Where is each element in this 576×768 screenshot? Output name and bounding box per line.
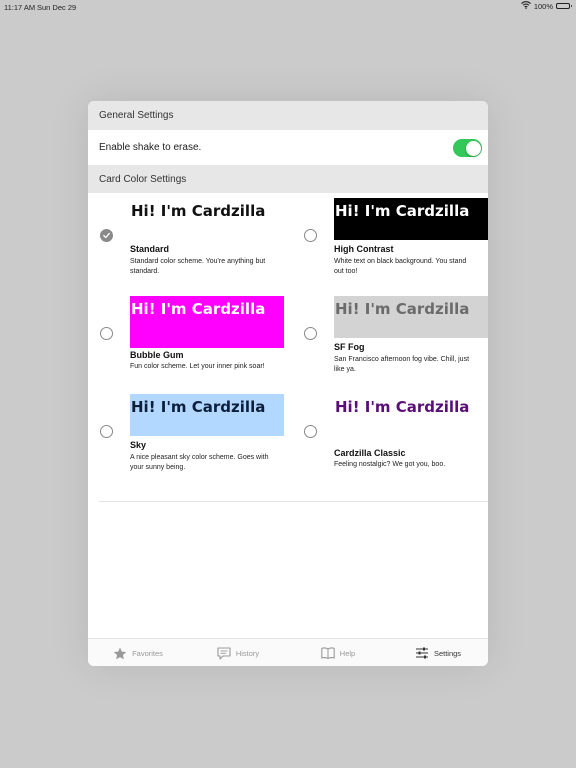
color-option-standard[interactable]: Hi! I'm Cardzilla Standard Standard colo… (99, 198, 289, 290)
preview-standard: Hi! I'm Cardzilla (130, 198, 284, 240)
status-time: 11:17 AM (4, 3, 36, 12)
option-description: Standard color scheme. You're anything b… (130, 258, 266, 275)
option-description: Feeling nostalgic? We got you, boo. (334, 461, 446, 468)
status-bar: 11:17 AM Sun Dec 29 100% (0, 0, 576, 14)
tab-settings[interactable]: Settings (388, 639, 488, 666)
radio-bubble-gum[interactable] (100, 327, 113, 340)
settings-modal: General Settings Enable shake to erase. … (88, 101, 488, 666)
color-option-high-contrast[interactable]: Hi! I'm Cardzilla High Contrast White te… (303, 198, 488, 290)
shake-to-erase-row: Enable shake to erase. (88, 130, 488, 165)
preview-sky: Hi! I'm Cardzilla (130, 394, 284, 436)
speech-bubble-icon (217, 646, 231, 660)
status-right: 100% (520, 1, 572, 11)
card-color-settings-title: Card Color Settings (99, 173, 187, 185)
tab-history-label: History (235, 648, 260, 658)
tab-help-label: Help (339, 648, 356, 658)
tab-favorites[interactable]: Favorites (88, 639, 188, 666)
preview-bubble-gum: Hi! I'm Cardzilla (130, 296, 284, 348)
preview-cardzilla-classic: Hi! I'm Cardzilla (334, 394, 488, 436)
option-title: Standard (130, 244, 170, 254)
battery-percent: 100% (533, 1, 553, 11)
tab-settings-label: Settings (433, 648, 462, 658)
radio-high-contrast[interactable] (304, 229, 317, 242)
section-divider (99, 501, 488, 502)
color-option-bubble-gum[interactable]: Hi! I'm Cardzilla Bubble Gum Fun color s… (99, 296, 289, 388)
card-color-settings-header: Card Color Settings (88, 165, 488, 193)
star-icon (113, 647, 127, 660)
toggle-knob (465, 140, 481, 156)
shake-to-erase-label: Enable shake to erase. (99, 142, 202, 153)
wifi-icon (520, 1, 531, 11)
option-title: Sky (130, 440, 147, 450)
tab-favorites-label: Favorites (132, 648, 163, 658)
radio-sf-fog[interactable] (304, 327, 317, 340)
tab-bar: Favorites History Help Settings (88, 638, 488, 666)
option-description: San Francisco afternoon fog vibe. Chill,… (334, 356, 470, 373)
option-title: Bubble Gum (130, 350, 184, 360)
color-option-cardzilla-classic[interactable]: Hi! I'm Cardzilla Cardzilla Classic Feel… (303, 394, 488, 486)
status-date: Sun Dec 29 (37, 3, 77, 12)
color-option-sky[interactable]: Hi! I'm Cardzilla Sky A nice pleasant sk… (99, 394, 289, 486)
radio-cardzilla-classic[interactable] (304, 425, 317, 438)
tab-history[interactable]: History (188, 639, 288, 666)
option-title: High Contrast (334, 244, 394, 254)
tab-help[interactable]: Help (288, 639, 388, 666)
preview-sf-fog: Hi! I'm Cardzilla (334, 296, 488, 338)
color-option-sf-fog[interactable]: Hi! I'm Cardzilla SF Fog San Francisco a… (303, 296, 488, 388)
option-description: A nice pleasant sky color scheme. Goes w… (130, 454, 269, 471)
preview-high-contrast: Hi! I'm Cardzilla (334, 198, 488, 240)
option-description: Fun color scheme. Let your inner pink so… (130, 363, 265, 370)
book-icon (321, 647, 335, 659)
shake-to-erase-toggle[interactable] (453, 139, 482, 157)
option-title: SF Fog (334, 342, 365, 352)
general-settings-header: General Settings (88, 101, 488, 130)
radio-standard[interactable] (100, 229, 113, 242)
general-settings-title: General Settings (99, 110, 174, 121)
option-description: White text on black background. You stan… (334, 258, 467, 275)
sliders-icon (415, 647, 429, 659)
battery-icon (556, 3, 572, 9)
radio-sky[interactable] (100, 425, 113, 438)
option-title: Cardzilla Classic (334, 448, 406, 458)
checkmark-icon (103, 232, 110, 239)
